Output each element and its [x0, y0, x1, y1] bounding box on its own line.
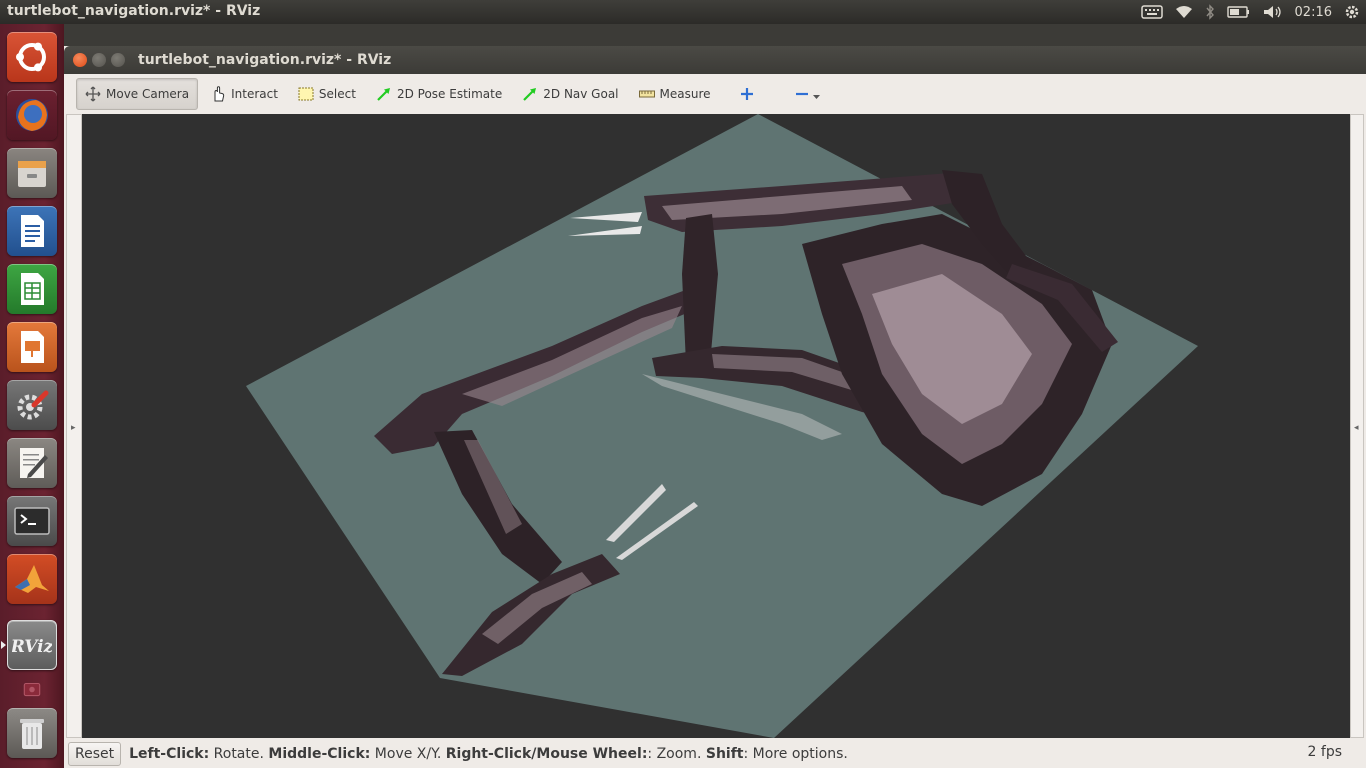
- window-titlebar[interactable]: turtlebot_navigation.rviz* - RViz: [64, 46, 1366, 74]
- green-arrow-icon: [523, 88, 537, 101]
- gear-icon[interactable]: [1338, 0, 1366, 24]
- rviz-window: turtlebot_navigation.rviz* - RViz Move C…: [64, 46, 1366, 768]
- files-icon[interactable]: [7, 148, 57, 198]
- libreoffice-calc-icon[interactable]: [7, 264, 57, 314]
- status-help-text: Left-Click: Rotate. Middle-Click: Move X…: [129, 746, 848, 762]
- wifi-icon[interactable]: [1169, 0, 1199, 24]
- trash-icon[interactable]: [7, 708, 57, 758]
- middle-click-key: Middle-Click:: [268, 746, 371, 762]
- pose-estimate-button[interactable]: 2D Pose Estimate: [368, 78, 510, 110]
- move-camera-button[interactable]: Move Camera: [76, 78, 199, 110]
- battery-icon[interactable]: [1221, 0, 1257, 24]
- 3d-scene[interactable]: [82, 114, 1350, 738]
- ubuntu-dash-icon[interactable]: [7, 32, 57, 82]
- reset-button[interactable]: Reset: [68, 742, 122, 766]
- running-indicator: [1, 641, 6, 649]
- left-click-key: Left-Click:: [129, 746, 210, 762]
- hand-icon: [214, 86, 225, 102]
- expand-left-icon[interactable]: ▸: [71, 423, 76, 433]
- expand-right-icon[interactable]: ◂: [1354, 423, 1359, 433]
- right-panel-handle[interactable]: ◂: [1350, 114, 1364, 738]
- tool-bar: Move Camera Interact Select 2D Pose Esti…: [64, 74, 1366, 114]
- minus-icon: [795, 92, 808, 96]
- measure-label: Measure: [659, 87, 711, 101]
- nav-goal-button[interactable]: 2D Nav Goal: [514, 78, 626, 110]
- fps-counter: 2 fps: [1307, 744, 1342, 760]
- middle-click-desc: Move X/Y.: [370, 746, 446, 762]
- left-panel-handle[interactable]: ▸: [66, 114, 82, 738]
- measure-button[interactable]: Measure: [631, 78, 719, 110]
- matlab-icon[interactable]: [7, 554, 57, 604]
- add-tool-button[interactable]: [731, 78, 768, 110]
- remove-tool-button[interactable]: [786, 78, 829, 110]
- chevron-down-icon[interactable]: [812, 94, 821, 100]
- clock[interactable]: 02:16: [1289, 0, 1338, 24]
- libreoffice-writer-icon[interactable]: [7, 206, 57, 256]
- move-camera-icon: [85, 86, 101, 102]
- system-tray: 02:16: [1135, 0, 1366, 24]
- launcher: RViz: [0, 24, 64, 768]
- interact-button[interactable]: Interact: [202, 78, 286, 110]
- shift-key: Shift: [705, 746, 744, 762]
- workspace-icon[interactable]: [19, 676, 45, 702]
- status-bar: Reset Left-Click: Rotate. Middle-Click: …: [64, 740, 1366, 768]
- text-editor-icon[interactable]: [7, 438, 57, 488]
- nav-goal-label: 2D Nav Goal: [543, 87, 619, 101]
- rviz-icon-label: RViz: [12, 637, 52, 657]
- firefox-icon[interactable]: [7, 90, 57, 140]
- select-button[interactable]: Select: [290, 78, 364, 110]
- 3d-viewport[interactable]: [82, 114, 1350, 738]
- keyboard-icon[interactable]: [1135, 0, 1169, 24]
- maximize-icon[interactable]: [111, 53, 125, 67]
- rviz-icon[interactable]: RViz: [7, 620, 57, 670]
- top-panel: turtlebot_navigation.rviz* - RViz 02:16: [0, 0, 1366, 24]
- render-frame: ▸ ◂: [66, 114, 1364, 738]
- left-click-desc: Rotate.: [209, 746, 269, 762]
- shift-desc: : More options.: [743, 746, 848, 762]
- pose-estimate-label: 2D Pose Estimate: [396, 87, 503, 101]
- bluetooth-icon[interactable]: [1199, 0, 1221, 24]
- window-title: turtlebot_navigation.rviz* - RViz: [138, 52, 392, 68]
- terminal-icon[interactable]: [7, 496, 57, 546]
- move-camera-label: Move Camera: [106, 87, 190, 101]
- select-label: Select: [318, 87, 356, 101]
- libreoffice-impress-icon[interactable]: [7, 322, 57, 372]
- minimize-icon[interactable]: [92, 53, 106, 67]
- right-click-desc: : Zoom.: [647, 746, 706, 762]
- interact-label: Interact: [231, 87, 278, 101]
- volume-icon[interactable]: [1257, 0, 1289, 24]
- green-arrow-icon: [377, 88, 390, 101]
- close-icon[interactable]: [73, 53, 87, 67]
- ruler-icon: [638, 90, 655, 98]
- system-settings-icon[interactable]: [7, 380, 57, 430]
- select-icon: [298, 87, 314, 101]
- active-window-title: turtlebot_navigation.rviz* - RViz: [7, 3, 261, 19]
- plus-icon: [740, 88, 753, 100]
- right-click-key: Right-Click/Mouse Wheel:: [445, 746, 648, 762]
